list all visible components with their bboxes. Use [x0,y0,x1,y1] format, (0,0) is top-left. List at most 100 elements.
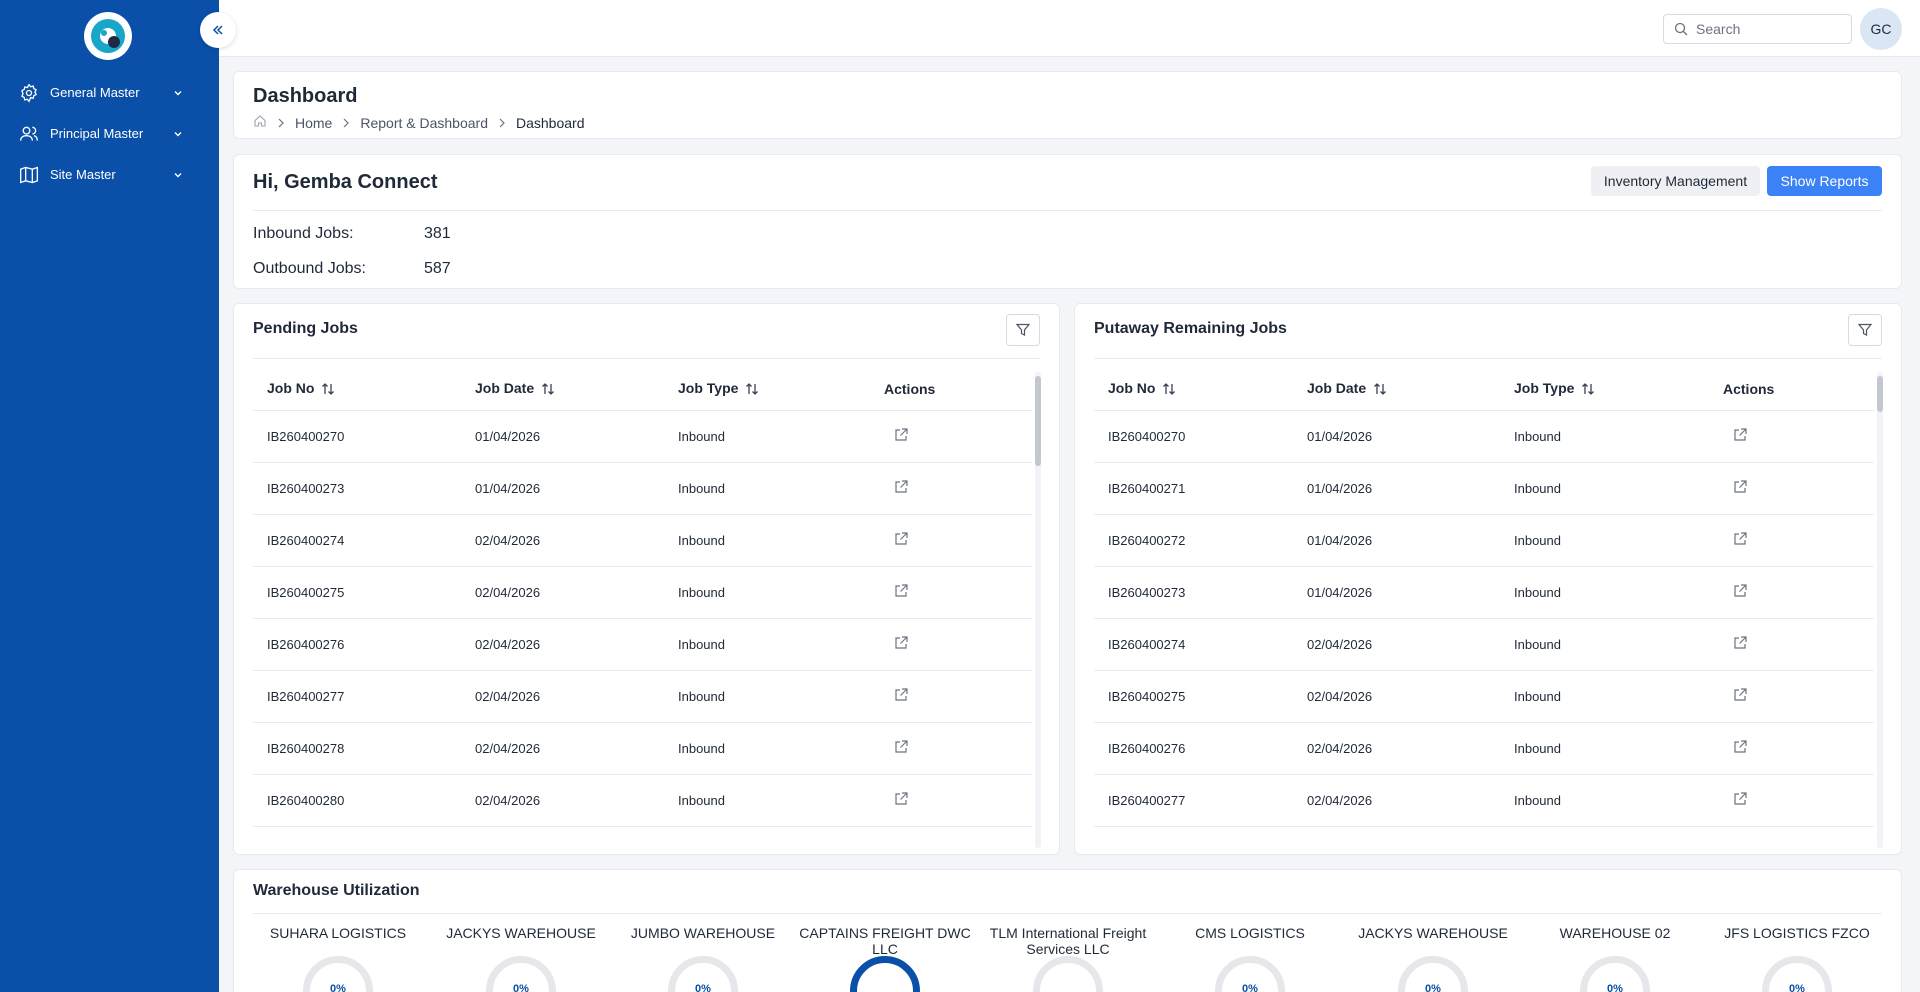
actions-cell [1723,514,1874,567]
column-header-job-type[interactable]: Job Type [678,368,884,411]
column-header-job-no[interactable]: Job No [1094,368,1307,411]
warehouse-name: CMS LOGISTICS [1160,925,1340,957]
table-row[interactable]: IB260400274 02/04/2026 Inbound [253,514,1032,567]
open-external-icon[interactable] [893,479,909,495]
table-row[interactable]: IB260400273 01/04/2026 Inbound [1094,566,1874,619]
warehouse-name: WAREHOUSE 02 [1525,925,1705,957]
job-no-cell: IB260400273 [1094,566,1307,619]
warehouse-name-label: SUHARA LOGISTICS [269,925,407,941]
warehouse-name-label: WAREHOUSE 02 [1559,925,1671,941]
warehouse-name-label: JUMBO WAREHOUSE [630,925,776,941]
outbound-jobs-label: Outbound Jobs: [253,260,366,277]
actions-cell [884,566,1032,619]
actions-cell [1723,774,1874,827]
open-external-icon[interactable] [893,687,909,703]
outbound-jobs-stat: Outbound Jobs: 587 [253,260,451,278]
job-no-cell: IB260400270 [1094,410,1307,463]
scrollbar-thumb[interactable] [1877,376,1883,412]
open-external-icon[interactable] [1732,583,1748,599]
table-row[interactable]: IB260400275 02/04/2026 Inbound [1094,670,1874,723]
job-type-cell: Inbound [1514,670,1723,723]
table-row[interactable]: IB260400277 02/04/2026 Inbound [253,670,1032,723]
job-date-cell: 02/04/2026 [475,774,678,827]
putaway-jobs-scrollbar[interactable] [1877,372,1883,848]
breadcrumb-report-link[interactable]: Report & Dashboard [360,115,488,131]
job-date-cell: 02/04/2026 [475,566,678,619]
gear-icon [18,82,40,104]
open-external-icon[interactable] [1732,635,1748,651]
sort-icon[interactable] [1372,381,1388,397]
job-date-cell: 02/04/2026 [1307,618,1514,671]
open-external-icon[interactable] [1732,739,1748,755]
sort-icon[interactable] [1580,381,1596,397]
table-row[interactable]: IB260400271 01/04/2026 Inbound [1094,462,1874,515]
table-row[interactable]: IB260400275 02/04/2026 Inbound [253,566,1032,619]
table-row[interactable]: IB260400280 02/04/2026 Inbound [253,774,1032,827]
open-external-icon[interactable] [1732,687,1748,703]
table-row[interactable]: IB260400277 02/04/2026 Inbound [1094,774,1874,827]
pending-jobs-filter-button[interactable] [1006,314,1040,346]
scrollbar-thumb[interactable] [1035,376,1041,466]
search-input[interactable] [1696,21,1846,37]
actions-cell [1723,722,1874,775]
sidebar-item-principal-master[interactable]: Principal Master [0,113,219,154]
app-logo[interactable] [84,12,132,60]
open-external-icon[interactable] [1732,479,1748,495]
collapse-sidebar-button[interactable] [200,12,236,48]
utilization-value: 0% [695,983,711,992]
table-row[interactable]: IB260400274 02/04/2026 Inbound [1094,618,1874,671]
job-date-cell: 01/04/2026 [1307,566,1514,619]
table-header-row: Job No Job Date Job Type Actions [253,368,1032,411]
search-box[interactable] [1663,14,1852,44]
table-row[interactable]: IB260400276 02/04/2026 Inbound [1094,722,1874,775]
column-header-job-no[interactable]: Job No [253,368,475,411]
pending-jobs-table-wrap: Job No Job Date Job Type Actions IB26040… [253,368,1032,854]
open-external-icon[interactable] [893,531,909,547]
warehouse-name: JACKYS WAREHOUSE [431,925,611,957]
home-icon[interactable] [253,114,267,131]
column-header-job-date[interactable]: Job Date [1307,368,1514,411]
breadcrumb-home-link[interactable]: Home [295,115,332,131]
inventory-management-button[interactable]: Inventory Management [1591,166,1760,196]
job-date-cell: 02/04/2026 [1307,722,1514,775]
pending-jobs-table: Job No Job Date Job Type Actions IB26040… [253,368,1032,827]
sort-icon[interactable] [320,381,336,397]
utilization-value: 0% [1789,983,1805,992]
putaway-jobs-filter-button[interactable] [1848,314,1882,346]
table-row[interactable]: IB260400278 02/04/2026 Inbound [253,722,1032,775]
sort-icon[interactable] [744,381,760,397]
open-external-icon[interactable] [1732,791,1748,807]
table-row[interactable]: IB260400270 01/04/2026 Inbound [253,410,1032,463]
show-reports-button[interactable]: Show Reports [1767,166,1882,196]
column-header-job-date[interactable]: Job Date [475,368,678,411]
table-row[interactable]: IB260400276 02/04/2026 Inbound [253,618,1032,671]
double-chevron-left-icon [212,25,223,35]
sort-icon[interactable] [1161,381,1177,397]
sort-icon[interactable] [540,381,556,397]
job-no-cell: IB260400271 [1094,462,1307,515]
warehouse-name-label: CMS LOGISTICS [1195,925,1305,941]
open-external-icon[interactable] [893,635,909,651]
search-icon [1674,22,1688,36]
table-row[interactable]: IB260400273 01/04/2026 Inbound [253,462,1032,515]
table-row[interactable]: IB260400270 01/04/2026 Inbound [1094,410,1874,463]
column-header-job-type[interactable]: Job Type [1514,368,1723,411]
avatar[interactable]: GC [1860,8,1902,50]
open-external-icon[interactable] [1732,427,1748,443]
job-type-cell: Inbound [678,566,884,619]
open-external-icon[interactable] [893,739,909,755]
job-type-cell: Inbound [1514,462,1723,515]
table-row[interactable]: IB260400272 01/04/2026 Inbound [1094,514,1874,567]
open-external-icon[interactable] [893,791,909,807]
open-external-icon[interactable] [893,427,909,443]
job-type-cell: Inbound [1514,722,1723,775]
outbound-jobs-value: 587 [424,260,451,277]
job-type-cell: Inbound [678,670,884,723]
open-external-icon[interactable] [893,583,909,599]
pending-jobs-scrollbar[interactable] [1035,372,1041,848]
open-external-icon[interactable] [1732,531,1748,547]
map-icon [18,164,40,186]
sidebar-item-site-master[interactable]: Site Master [0,154,219,195]
sidebar-item-general-master[interactable]: General Master [0,72,219,113]
warehouse-name: JFS LOGISTICS FZCO [1707,925,1887,957]
